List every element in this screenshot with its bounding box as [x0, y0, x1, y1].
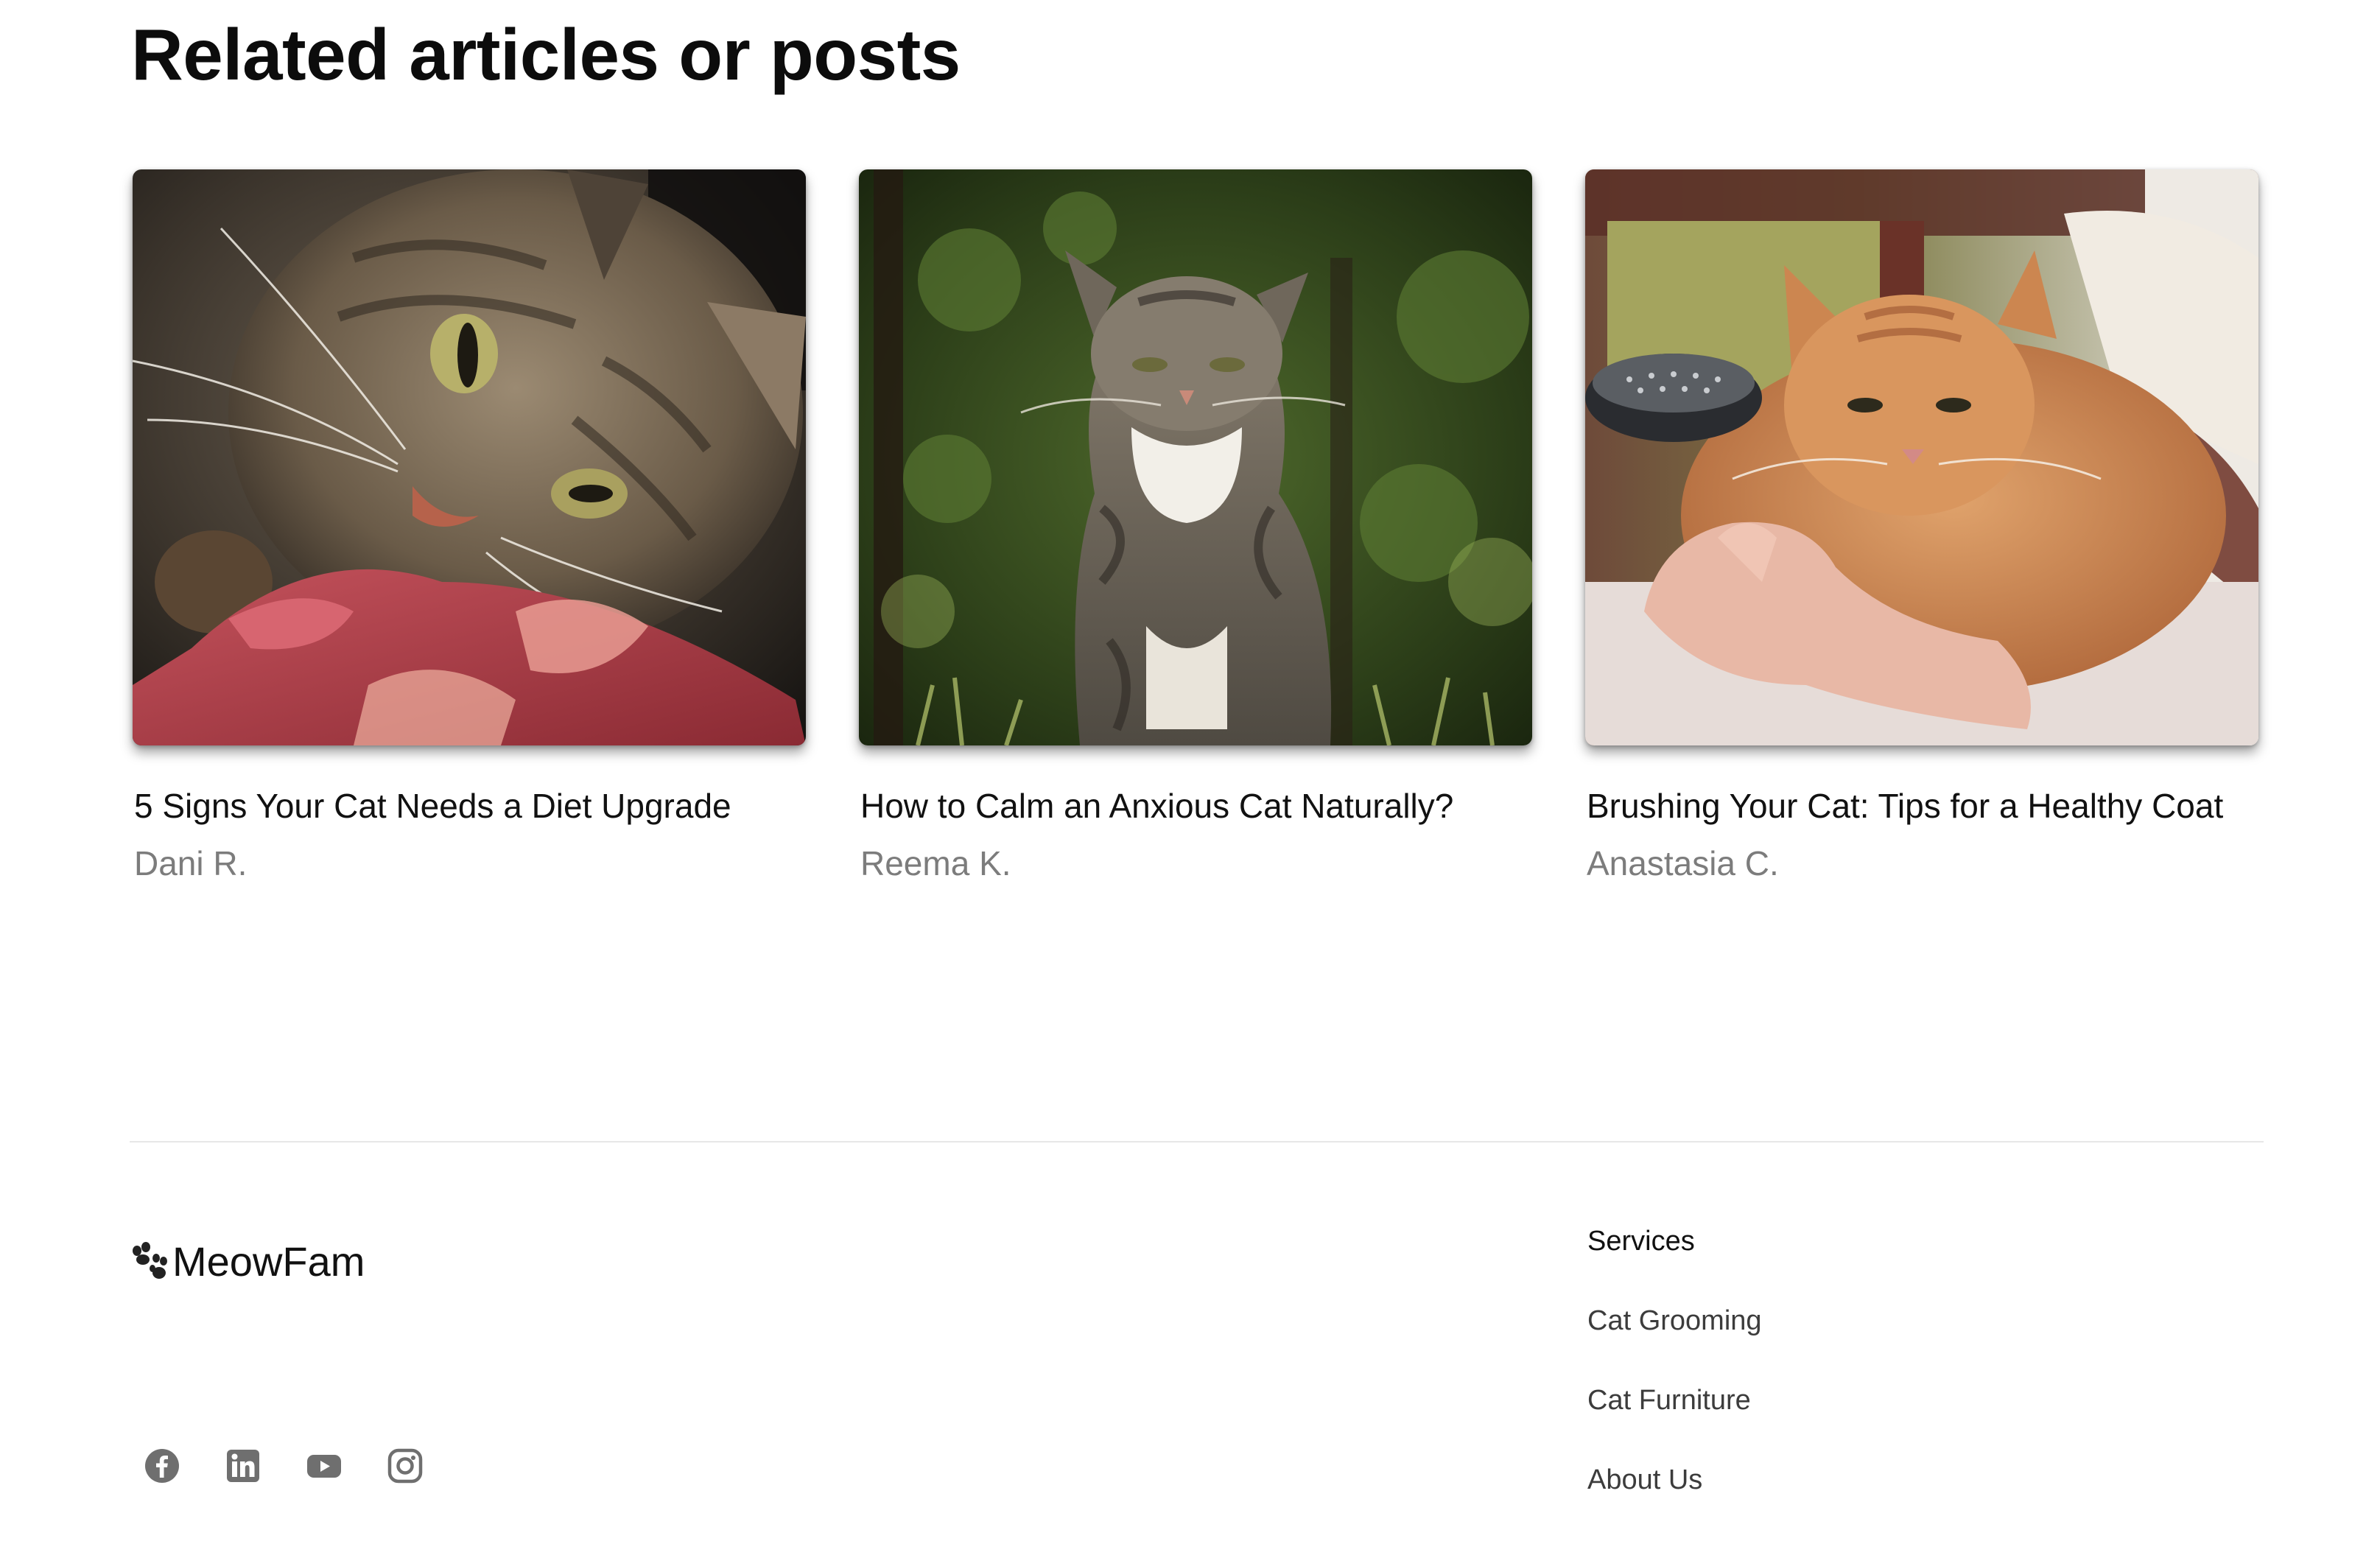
paw-icon	[133, 1242, 167, 1279]
instagram-icon[interactable]	[387, 1448, 423, 1484]
article-title[interactable]: How to Calm an Anxious Cat Naturally?	[860, 784, 1532, 828]
tabby-cat-outdoors-image[interactable]	[859, 169, 1532, 745]
footer-divider	[130, 1141, 2264, 1142]
article-author: Reema K.	[860, 844, 1011, 882]
article-title[interactable]: 5 Signs Your Cat Needs a Diet Upgrade	[134, 784, 806, 828]
services-heading: Services	[1587, 1226, 1695, 1257]
section-title: Related articles or posts	[131, 14, 961, 95]
article-card[interactable]: 5 Signs Your Cat Needs a Diet Upgrade Da…	[133, 169, 806, 885]
footer-link-cat-furniture[interactable]: Cat Furniture	[1587, 1382, 1762, 1419]
social-links	[144, 1448, 423, 1484]
footer-link-about-us[interactable]: About Us	[1587, 1461, 1762, 1498]
article-card[interactable]: Brushing Your Cat: Tips for a Healthy Co…	[1585, 169, 2258, 885]
footer-brand[interactable]: MeowFam	[130, 1232, 365, 1291]
brand-name: MeowFam	[172, 1238, 365, 1285]
article-author: Dani R.	[134, 844, 248, 882]
article-author: Anastasia C.	[1587, 844, 1779, 882]
article-card[interactable]: How to Calm an Anxious Cat Naturally? Re…	[859, 169, 1532, 885]
youtube-icon[interactable]	[306, 1448, 342, 1484]
tabby-cat-eating-image[interactable]	[133, 169, 806, 745]
linkedin-icon[interactable]	[225, 1448, 261, 1484]
footer-link-cat-grooming[interactable]: Cat Grooming	[1587, 1302, 1762, 1339]
facebook-icon[interactable]	[144, 1448, 180, 1484]
article-title[interactable]: Brushing Your Cat: Tips for a Healthy Co…	[1587, 784, 2258, 828]
ginger-cat-brushing-image[interactable]	[1585, 169, 2258, 745]
footer-services: Services Cat Grooming Cat Furniture Abou…	[1587, 1223, 1762, 1498]
